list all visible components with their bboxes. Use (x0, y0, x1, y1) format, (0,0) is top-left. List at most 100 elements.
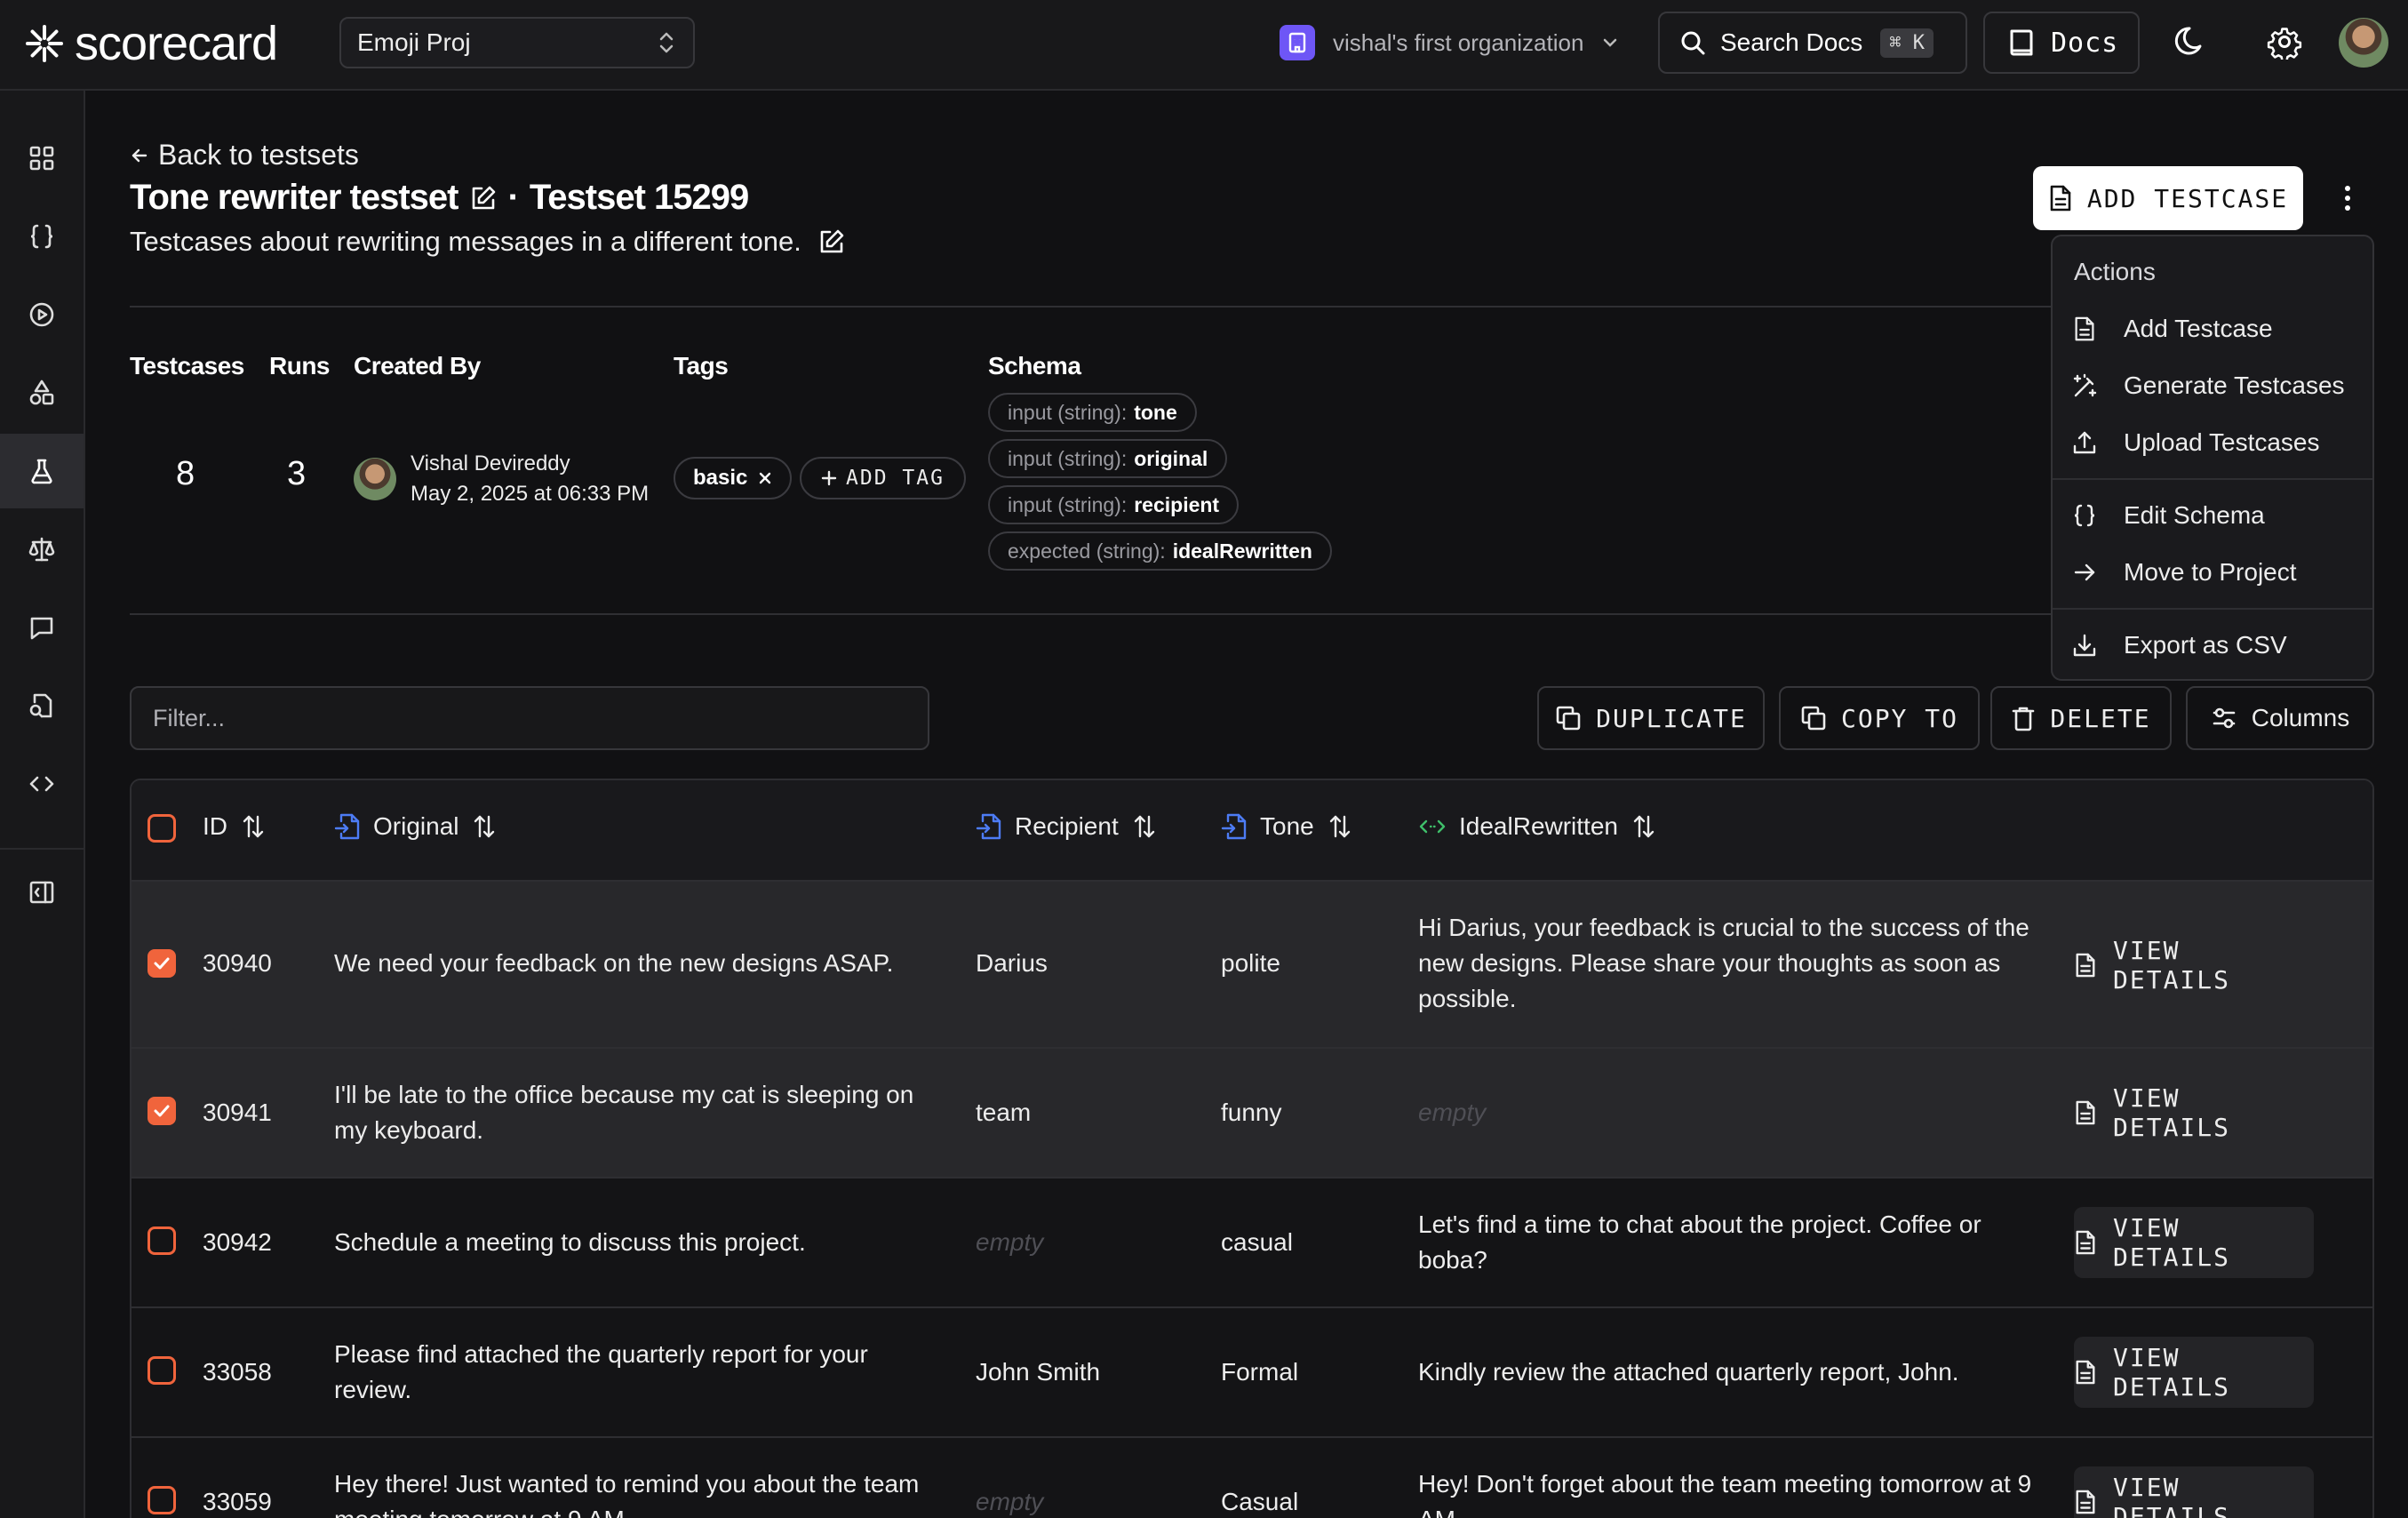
copy-icon (1800, 705, 1827, 731)
column-header-idealrewritten[interactable]: IdealRewritten (1418, 812, 1657, 841)
file-text-icon (2074, 1099, 2097, 1126)
tag-chip[interactable]: basic (674, 457, 793, 499)
view-details-button[interactable]: VIEW DETAILS (2074, 1207, 2314, 1278)
menu-item-move-to-project[interactable]: Move to Project (2072, 549, 2297, 595)
cell-recipient-empty: empty (976, 1488, 1044, 1515)
organization-selector[interactable]: vishal's first organization (1280, 25, 1619, 60)
view-details-button[interactable]: VIEW DETAILS (2074, 1466, 2314, 1518)
gear-icon[interactable] (2262, 20, 2307, 64)
cell-id: 33058 (203, 1358, 272, 1386)
menu-item-upload-testcases[interactable]: Upload Testcases (2072, 419, 2320, 466)
table-row[interactable]: 33058 Please find attached the quarterly… (132, 1308, 2372, 1438)
logo-text: scorecard (75, 17, 278, 70)
sort-icon[interactable] (471, 813, 498, 840)
duplicate-button[interactable]: DUPLICATE (1537, 686, 1765, 750)
file-text-icon (2074, 1489, 2097, 1515)
sidebar-divider (0, 848, 84, 850)
sidebar-item-api[interactable] (0, 747, 84, 821)
column-header-original[interactable]: Original (334, 812, 498, 841)
column-header-recipient[interactable]: Recipient (976, 812, 1158, 841)
back-to-testsets-link[interactable]: Back to testsets (130, 139, 359, 172)
sidebar-item-dashboard[interactable] (0, 121, 84, 196)
sidebar-item-runs[interactable] (0, 277, 84, 352)
close-icon[interactable] (758, 471, 772, 485)
panel-left-icon (28, 878, 56, 907)
cell-idealrewritten: Hey! Don't forget about the team meeting… (1418, 1470, 2032, 1518)
grid-icon (28, 144, 56, 172)
cell-idealrewritten: Kindly review the attached quarterly rep… (1418, 1358, 1959, 1386)
view-details-button[interactable]: VIEW DETAILS (2074, 1077, 2314, 1148)
moon-icon[interactable] (2170, 20, 2214, 64)
docs-button[interactable]: Docs (1983, 12, 2140, 74)
user-avatar[interactable] (2339, 18, 2388, 68)
more-vertical-icon[interactable] (2330, 178, 2365, 219)
add-testcase-button[interactable]: ADD TESTCASE (2033, 166, 2303, 230)
cell-id: 30940 (203, 949, 272, 977)
sort-icon[interactable] (240, 813, 267, 840)
table-row[interactable]: 30941 I'll be late to the office because… (132, 1049, 2372, 1178)
cell-tone: Formal (1221, 1358, 1299, 1386)
row-checkbox[interactable] (148, 949, 176, 978)
columns-button[interactable]: Columns (2186, 686, 2374, 750)
edit-title-icon[interactable] (469, 184, 498, 212)
file-text-icon (2074, 952, 2097, 979)
delete-button[interactable]: DELETE (1990, 686, 2172, 750)
cell-id: 30942 (203, 1228, 272, 1256)
row-checkbox[interactable] (148, 1226, 176, 1255)
sort-icon[interactable] (1131, 813, 1158, 840)
row-checkbox[interactable] (148, 1356, 176, 1385)
logo[interactable]: scorecard (25, 16, 278, 71)
row-checkbox[interactable] (148, 1097, 176, 1125)
sort-icon[interactable] (1327, 813, 1353, 840)
sidebar-item-models[interactable] (0, 356, 84, 430)
filter-input[interactable] (130, 686, 929, 750)
page-title: Tone rewriter testset · Testset 15299 (130, 178, 749, 218)
schema-field: input (string): original (988, 439, 1228, 478)
schema-heading: Schema (988, 352, 1081, 380)
sidebar-item-testsets[interactable] (0, 434, 84, 508)
arrow-right-icon (2072, 559, 2097, 586)
expected-field-icon (1418, 816, 1447, 837)
menu-item-generate-testcases[interactable]: Generate Testcases (2072, 363, 2345, 409)
sidebar-item-records[interactable] (0, 668, 84, 743)
table-row[interactable]: 33059 Hey there! Just wanted to remind y… (132, 1438, 2372, 1518)
sidebar-collapse-button[interactable] (0, 855, 84, 930)
table-header: ID Original Recipient Tone IdealRewritte… (132, 780, 2372, 882)
project-selector[interactable]: Emoji Proj (339, 17, 695, 68)
menu-item-add-testcase[interactable]: Add Testcase (2072, 306, 2273, 352)
view-details-button[interactable]: VIEW DETAILS (2074, 1337, 2314, 1408)
search-docs-button[interactable]: Search Docs ⌘ K (1658, 12, 1967, 74)
sidebar-item-prompts[interactable] (0, 199, 84, 274)
cell-id: 30941 (203, 1099, 272, 1126)
table-row[interactable]: 30940 We need your feedback on the new d… (132, 882, 2372, 1049)
sort-icon[interactable] (1631, 813, 1657, 840)
input-field-icon (334, 812, 361, 841)
cell-id: 33059 (203, 1488, 272, 1515)
runs-heading: Runs (269, 352, 331, 380)
row-checkbox[interactable] (148, 1486, 176, 1514)
sliders-icon (2211, 705, 2237, 731)
cell-idealrewritten: Let's find a time to chat about the proj… (1418, 1210, 1981, 1274)
runs-count[interactable]: 3 (287, 455, 306, 493)
arrow-left-icon (130, 146, 149, 165)
menu-item-edit-schema[interactable]: Edit Schema (2072, 492, 2265, 539)
creator-name: Vishal Devireddy (411, 451, 570, 475)
sidebar-item-feedback[interactable] (0, 590, 84, 665)
flask-icon (28, 457, 56, 485)
menu-item-export-csv[interactable]: Export as CSV (2072, 622, 2287, 668)
column-header-tone[interactable]: Tone (1221, 812, 1353, 841)
avatar (354, 458, 396, 500)
header-divider (130, 306, 2374, 308)
view-details-button[interactable]: VIEW DETAILS (2074, 930, 2314, 1001)
add-testcase-label: ADD TESTCASE (2086, 183, 2289, 213)
select-all-checkbox[interactable] (148, 814, 176, 843)
schema-field: expected (string): idealRewritten (988, 531, 1332, 571)
column-header-id[interactable]: ID (203, 812, 267, 841)
table-row[interactable]: 30942 Schedule a meeting to discuss this… (132, 1178, 2372, 1308)
scale-icon (28, 535, 56, 563)
add-tag-button[interactable]: ADD TAG (800, 457, 966, 499)
edit-description-icon[interactable] (817, 228, 846, 256)
copy-to-button[interactable]: COPY TO (1779, 686, 1980, 750)
sidebar-item-metrics[interactable] (0, 512, 84, 587)
shortcut-badge: ⌘ K (1880, 28, 1934, 58)
